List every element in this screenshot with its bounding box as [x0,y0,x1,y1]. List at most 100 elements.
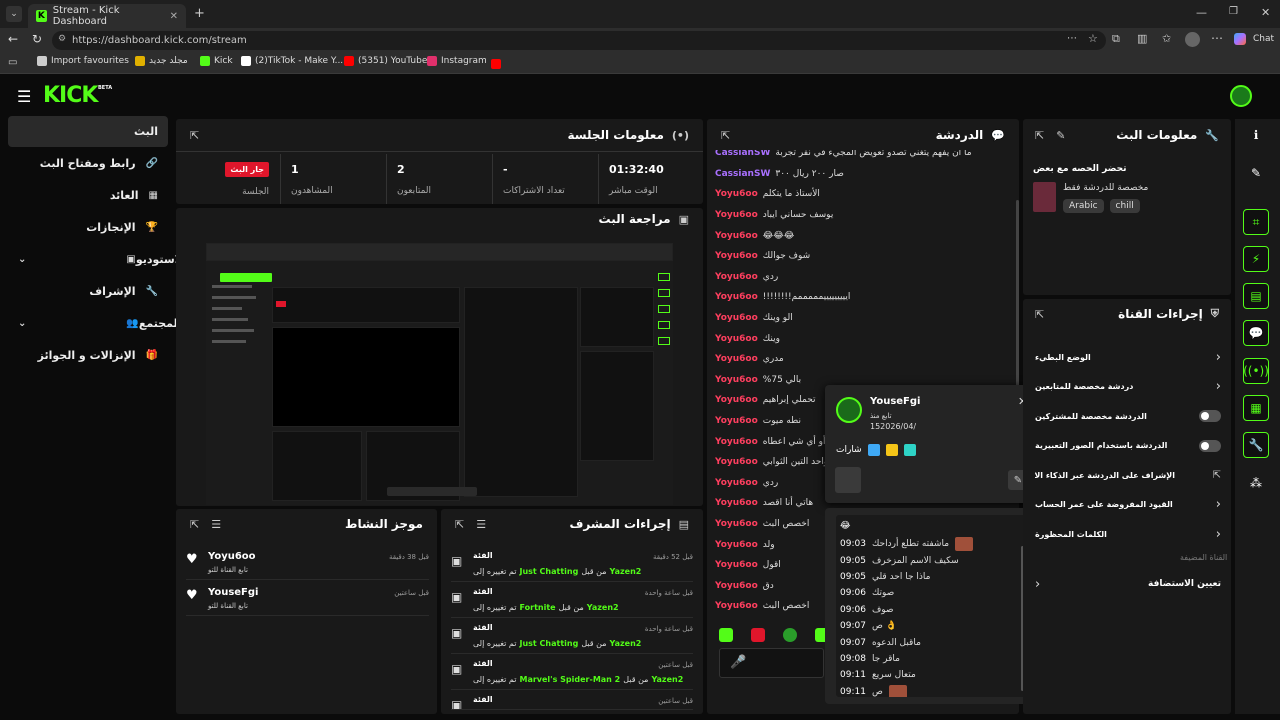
sidebar-item-5[interactable]: 🔧 الإشراف [8,276,168,307]
capture-icon[interactable]: ⌗ [1243,209,1269,235]
chat-username[interactable]: Yoyu6oo [715,189,758,199]
user-avatar[interactable] [1230,85,1252,107]
extensions-icon[interactable]: ⧉ [1112,32,1120,46]
expand-icon[interactable]: ⇱ [190,518,199,531]
expand-icon[interactable]: ⇱ [455,518,464,531]
minimize-icon[interactable]: — [1196,6,1207,19]
chat-username[interactable]: Yoyu6oo [715,478,758,488]
bookmark-item[interactable]: Instagram [427,56,487,66]
site-info-icon[interactable]: ⚙ [58,34,66,44]
chat-icon[interactable]: 💬 [1243,320,1269,346]
channel-action-row[interactable]: الإشراف على الدردشة عبر الذكاء الاصطناعي… [1035,465,1221,485]
chat-username[interactable]: Yoyu6oo [715,560,758,570]
sidebar-toggle-icon[interactable]: ▭ [8,57,17,68]
sidebar-item-1[interactable]: 🔗 رابط ومفتاح البث [8,148,168,179]
expand-icon[interactable]: ⇱ [721,129,730,142]
split-screen-icon[interactable]: ▥ [1137,32,1147,45]
chat-username[interactable]: Yoyu6oo [715,251,758,261]
sidebar-item-3[interactable]: 🏆 الإنجازات [8,212,168,243]
mod-action-user[interactable]: Yazen2 [610,639,642,648]
broadcast-icon[interactable]: ((•)) [1243,358,1269,384]
chat-username[interactable]: Yoyu6oo [715,519,758,529]
toggle-switch[interactable] [1199,410,1221,422]
chat-username[interactable]: Yoyu6oo [715,457,758,467]
filter-icon[interactable]: ☰ [476,518,486,531]
hamburger-menu-icon[interactable]: ☰ [17,87,31,106]
mod-action-user[interactable]: Yazen2 [651,675,683,684]
bookmark-item[interactable]: مجلد جديد [135,56,188,66]
edit-icon[interactable]: ✎ [1243,160,1269,186]
sidebar-item-2[interactable]: ▦ العائد [8,180,168,211]
tab-list-icon[interactable]: ⌄ [6,6,22,22]
chat-username[interactable]: CassianSW [715,150,770,158]
chat-username[interactable]: Yoyu6oo [715,375,758,385]
chat-username[interactable]: Yoyu6oo [715,498,758,508]
chat-username[interactable]: Yoyu6oo [715,210,758,220]
sidebar-item-7[interactable]: 🎁 الإنزالات و الجوائز [8,340,168,371]
chat-username[interactable]: CassianSW [715,169,770,179]
edit-icon[interactable]: ✎ [1056,129,1065,142]
bookmark-item[interactable]: (5351) YouTube [344,56,427,66]
channel-action-row[interactable]: الدردشة باستخدام الصور التعبيرية [1035,436,1221,456]
microphone-icon[interactable]: 🎤 [730,655,746,670]
activity-user[interactable]: YouseFgi [208,587,258,598]
emote-icon[interactable] [783,628,797,642]
activity-user[interactable]: Yoyu6oo [208,551,256,562]
host-row[interactable]: › تعيين الاستضافة [1035,574,1221,594]
stream-tag[interactable]: chill [1109,199,1140,213]
expand-icon[interactable]: ⇱ [1035,129,1044,142]
chat-username[interactable]: Yoyu6oo [715,313,758,323]
menu-dots-icon[interactable]: ⋯ [1211,31,1223,45]
layout-icon[interactable]: ▦ [1243,395,1269,421]
reader-icon[interactable]: ⋯ [1067,33,1077,44]
chevron-down-icon[interactable]: ⌄ [18,318,26,329]
chat-username[interactable]: Yoyu6oo [715,231,758,241]
mod-action-user[interactable]: Yazen2 [610,567,642,576]
sidebar-item-6[interactable]: ⌄ 👥 المجتمع [8,308,181,339]
stream-preview-video[interactable] [206,243,673,505]
emote-icon[interactable] [751,628,765,642]
sidebar-item-4[interactable]: ⌄ ▣ الاستوديو [8,244,187,275]
chat-username[interactable]: Yoyu6oo [715,437,758,447]
channel-action-row[interactable]: الوضع البطيء › [1035,347,1221,367]
chat-username[interactable]: Yoyu6oo [715,292,758,302]
favorites-icon[interactable]: ✩ [1162,32,1171,45]
sidebar-item-0[interactable]: البث [8,116,168,147]
filter-icon[interactable]: ☰ [211,518,221,531]
browser-tab[interactable]: K Stream - Kick Dashboard ✕ [28,4,186,28]
lightning-icon[interactable]: ⚡ [1243,246,1269,272]
kick-logo[interactable]: KICK [43,83,98,108]
notes-icon[interactable]: ▤ [1243,283,1269,309]
channel-action-row[interactable]: الكلمات المحظورة › [1035,524,1221,544]
back-icon[interactable]: ← [8,32,18,46]
bookmark-item[interactable]: Kick [200,56,233,66]
toggle-switch[interactable] [1199,439,1221,452]
chat-username[interactable]: Yoyu6oo [715,395,758,405]
chat-label[interactable]: Chat [1253,34,1274,44]
chat-username[interactable]: Yoyu6oo [715,581,758,591]
wrench-icon[interactable]: 🔧 [1243,432,1269,458]
channel-action-row[interactable]: القيود المفروضة على عمر الحساب › [1035,495,1221,515]
reload-icon[interactable]: ↻ [32,32,42,46]
chat-username[interactable]: Yoyu6oo [715,416,758,426]
bookmark-item[interactable]: Import favourites [37,56,129,66]
channel-action-row[interactable]: دردشة مخصصة للمتابعين › [1035,377,1221,397]
mod-action-user[interactable]: Yazen2 [587,603,619,612]
maximize-icon[interactable]: ❐ [1229,6,1238,17]
close-tab-icon[interactable]: ✕ [170,11,178,22]
channel-action-row[interactable]: الدردشة مخصصة للمشتركين [1035,406,1221,426]
info-icon[interactable]: ℹ [1243,122,1269,148]
profile-avatar[interactable] [1185,32,1200,47]
close-window-icon[interactable]: ✕ [1261,6,1270,19]
address-bar[interactable]: https://dashboard.kick.com/stream [52,31,1106,50]
new-tab-icon[interactable]: + [194,6,205,21]
expand-icon[interactable]: ⇱ [190,129,199,142]
expand-icon[interactable]: ⇱ [1035,308,1044,321]
chat-username[interactable]: Yoyu6oo [715,272,758,282]
copilot-icon[interactable] [1234,33,1246,45]
user-card-name[interactable]: YouseFgi [870,396,920,407]
chat-username[interactable]: Yoyu6oo [715,601,758,611]
youtube-bookmark-icon[interactable] [491,59,501,69]
favorite-star-icon[interactable]: ☆ [1088,32,1098,45]
chat-username[interactable]: Yoyu6oo [715,334,758,344]
